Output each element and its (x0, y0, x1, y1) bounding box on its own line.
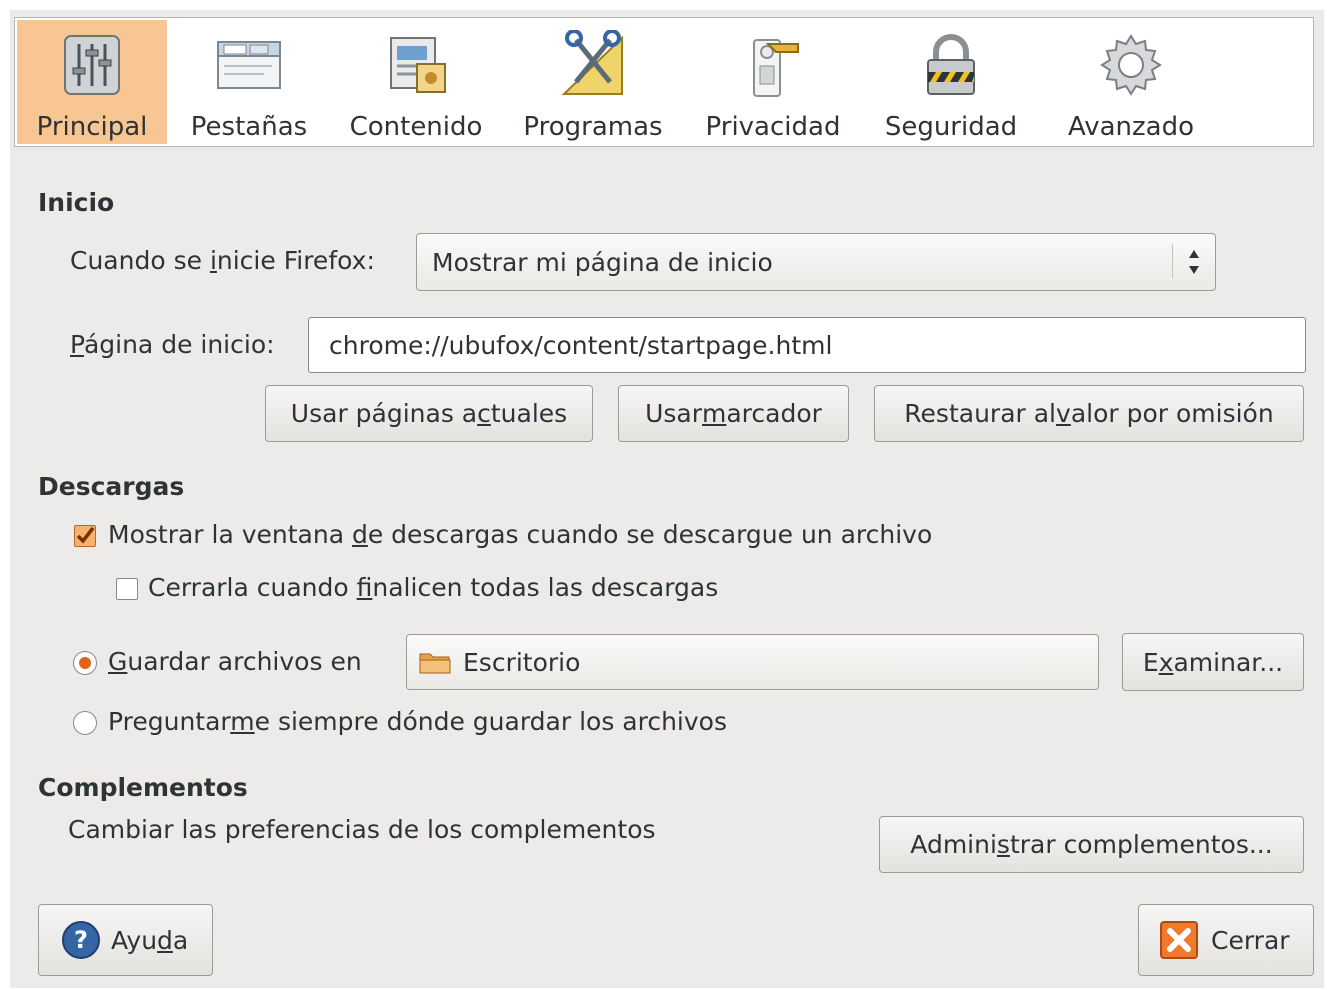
door-hanger-icon (753, 39, 799, 97)
manage-addons-button[interactable]: Admini s trar complementos... (879, 816, 1304, 873)
always-ask-label: Preguntarme siempre dónde guardar los ar… (108, 707, 727, 736)
section-heading-complementos: Complementos (38, 773, 248, 802)
tab-principal[interactable]: Principal (17, 20, 167, 144)
restore-default-button[interactable]: Restaurar al v alor por omisión (874, 385, 1304, 442)
homepage-label: Página de inicio: (70, 330, 275, 359)
homepage-input[interactable]: chrome://ubufox/content/startpage.html (308, 317, 1306, 373)
tabs-window-icon (217, 41, 281, 89)
help-label: Ayuda (111, 925, 189, 955)
startup-select-value: Mostrar mi página de inicio (432, 247, 773, 277)
close-button[interactable]: Cerrar (1138, 904, 1314, 976)
show-downloads-checkbox[interactable] (74, 525, 96, 547)
use-current-pages-button[interactable]: Usar páginas a c tuales (265, 385, 593, 442)
tab-label: Programas (523, 112, 663, 142)
tab-privacidad[interactable]: Privacidad (698, 20, 848, 144)
svg-text:?: ? (74, 926, 88, 954)
tab-label: Pestañas (190, 112, 308, 142)
folder-icon (419, 653, 451, 674)
section-heading-inicio: Inicio (38, 188, 115, 217)
content-icon (390, 37, 446, 93)
checkmark-icon (76, 526, 95, 544)
help-icon: ? (62, 921, 100, 959)
close-when-done-checkbox[interactable] (116, 578, 138, 600)
tab-label: Principal (36, 112, 148, 142)
save-to-folder-label: Guardar archivos en (108, 647, 362, 676)
tab-pestanas[interactable]: Pestañas (175, 20, 323, 144)
show-downloads-label: Mostrar la ventana de descargas cuando s… (108, 520, 933, 549)
startup-select[interactable]: Mostrar mi página de inicio (416, 233, 1216, 291)
combo-separator (1172, 244, 1173, 278)
help-button[interactable]: ? Ayuda (38, 904, 213, 976)
addons-description: Cambiar las preferencias de los compleme… (68, 815, 656, 844)
close-icon (1160, 921, 1198, 959)
padlock-icon (927, 34, 975, 95)
preferences-toolbar: Principal Pestañas Contenido Programas P… (14, 17, 1314, 147)
gear-icon (1100, 34, 1162, 96)
close-when-done-label: Cerrarla cuando finalicen todas las desc… (148, 573, 719, 602)
use-bookmark-button[interactable]: Usar m arcador (618, 385, 849, 442)
tab-label: Avanzado (1067, 112, 1195, 142)
tab-avanzado[interactable]: Avanzado (1047, 20, 1215, 144)
tab-label: Seguridad (884, 112, 1018, 142)
tab-programas[interactable]: Programas (512, 20, 674, 144)
always-ask-radio[interactable] (73, 711, 97, 735)
save-to-folder-radio[interactable] (73, 651, 97, 675)
homepage-input-value: chrome://ubufox/content/startpage.html (329, 330, 833, 360)
browse-button[interactable]: Ex aminar... (1122, 633, 1304, 691)
sliders-icon (64, 35, 120, 95)
download-folder-field[interactable]: Escritorio (406, 634, 1099, 690)
updown-arrows-icon (1189, 250, 1199, 274)
applications-tools-icon (561, 30, 623, 95)
tab-seguridad[interactable]: Seguridad (873, 20, 1029, 144)
tab-label: Contenido (349, 112, 483, 142)
close-label: Cerrar (1211, 925, 1290, 955)
tab-contenido[interactable]: Contenido (340, 20, 492, 144)
startup-label: Cuando se inicie Firefox: (70, 246, 375, 275)
download-folder-value: Escritorio (463, 647, 581, 677)
tab-label: Privacidad (705, 112, 841, 142)
section-heading-descargas: Descargas (38, 472, 185, 501)
